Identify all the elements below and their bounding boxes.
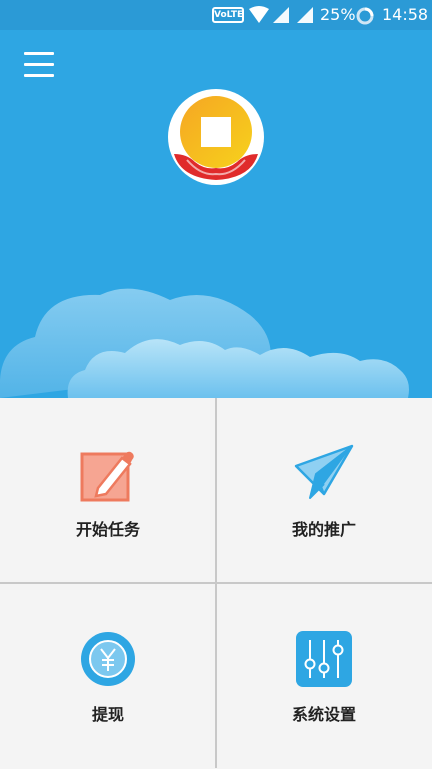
edit-pencil-icon xyxy=(80,451,134,502)
volte-badge: VoLTE xyxy=(212,7,244,23)
my-promotion-label: 我的推广 xyxy=(291,520,356,539)
yuan-coin-icon xyxy=(81,632,135,686)
wifi-icon xyxy=(249,6,269,23)
header-banner xyxy=(0,30,432,398)
start-task-label: 开始任务 xyxy=(75,520,140,539)
hamburger-menu-icon[interactable] xyxy=(24,52,54,78)
start-task-button[interactable]: 开始任务 xyxy=(0,398,216,583)
system-settings-label: 系统设置 xyxy=(291,705,356,724)
coin-in-hands-logo xyxy=(168,89,264,185)
paper-plane-icon xyxy=(294,444,354,499)
my-promotion-button[interactable]: 我的推广 xyxy=(216,398,432,583)
battery-ring-icon xyxy=(356,7,374,25)
main-menu-grid: 开始任务 我的推广 提现 系统设置 xyxy=(0,398,432,768)
clock: 14:58 xyxy=(382,5,429,24)
withdraw-button[interactable]: 提现 xyxy=(0,584,216,769)
battery-percentage: 25% xyxy=(320,5,356,24)
clouds-illustration xyxy=(0,288,409,398)
signal-icon-2 xyxy=(297,7,313,23)
status-bar: VoLTE 25% 14:58 xyxy=(0,0,432,30)
withdraw-label: 提现 xyxy=(91,705,124,724)
signal-icon xyxy=(273,7,289,23)
system-settings-button[interactable]: 系统设置 xyxy=(216,584,432,769)
sliders-settings-icon xyxy=(296,631,352,687)
horizontal-divider xyxy=(0,582,432,584)
